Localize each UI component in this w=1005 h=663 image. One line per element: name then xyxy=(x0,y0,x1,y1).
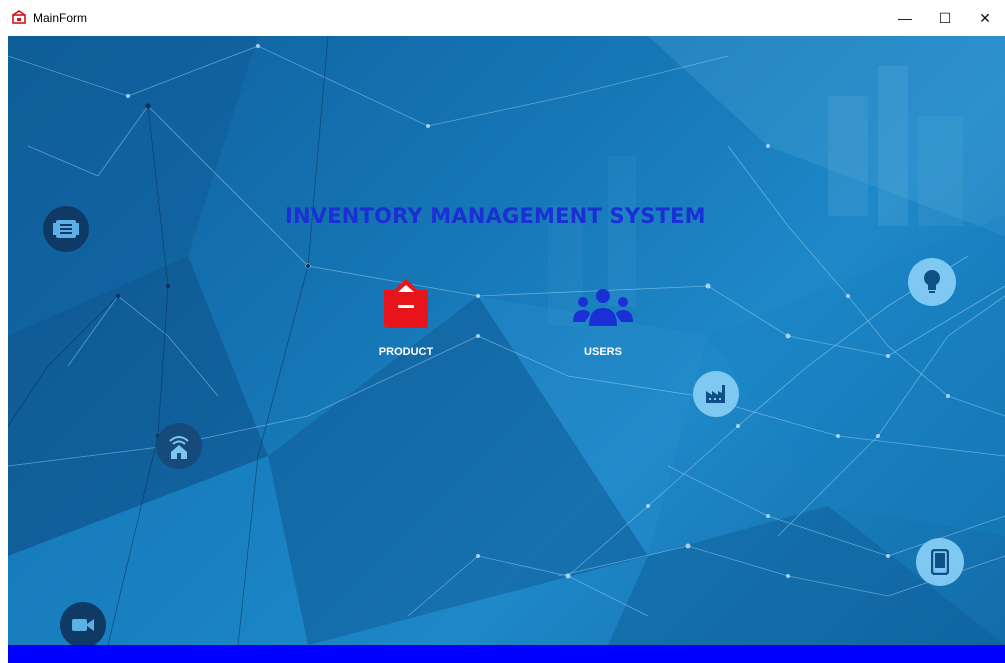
page-title: INVENTORY MANAGEMENT SYSTEM xyxy=(285,204,706,228)
main-canvas: INVENTORY MANAGEMENT SYSTEM PRODUCT USER… xyxy=(8,36,1005,645)
status-bar xyxy=(8,645,1005,663)
users-label: USERS xyxy=(584,346,622,358)
box-icon xyxy=(384,278,428,328)
product-tile[interactable]: PRODUCT xyxy=(356,278,456,368)
lightbulb-icon xyxy=(908,258,956,306)
product-label: PRODUCT xyxy=(378,346,434,358)
video-camera-icon xyxy=(60,602,106,645)
close-button[interactable]: ✕ xyxy=(965,0,1005,36)
window-titlebar: MainForm — ☐ ✕ xyxy=(0,0,1005,36)
network-background xyxy=(8,36,1005,645)
tablet-icon xyxy=(916,538,964,586)
minimize-button[interactable]: — xyxy=(885,0,925,36)
server-icon xyxy=(43,206,89,252)
maximize-button[interactable]: ☐ xyxy=(925,0,965,36)
wifi-home-icon xyxy=(156,423,202,469)
window-title: MainForm xyxy=(33,11,88,25)
users-icon xyxy=(573,289,633,326)
app-icon xyxy=(12,10,26,24)
users-tile[interactable]: USERS xyxy=(558,286,648,368)
factory-icon xyxy=(693,371,739,417)
